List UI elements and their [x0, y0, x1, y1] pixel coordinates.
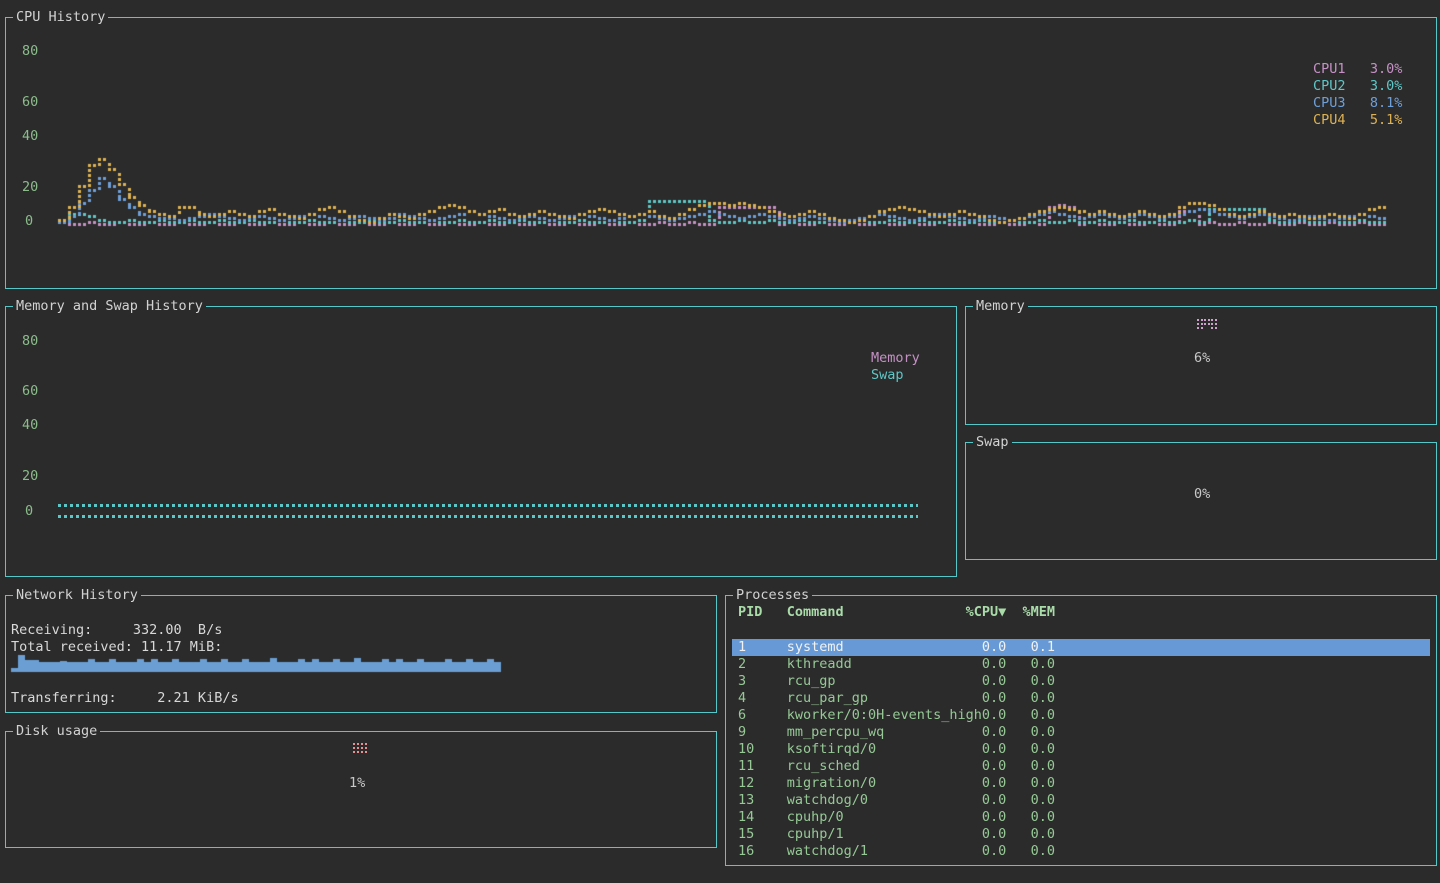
processes-title: Processes — [733, 587, 812, 604]
sparkline-dot — [1201, 327, 1203, 329]
memory-percent: 6% — [1194, 350, 1210, 367]
sparkline-dot — [1211, 319, 1213, 321]
memory-gauge-panel: Memory 6% — [965, 306, 1437, 425]
memory-usage-line — [58, 504, 918, 507]
sparkline-dot — [1197, 319, 1199, 321]
sparkline-dot — [357, 747, 359, 749]
sparkline-dot — [1211, 323, 1213, 325]
y-tick-40: 40 — [22, 128, 38, 145]
sparkline-dot — [1204, 319, 1206, 321]
process-row-11[interactable]: 11 rcu_sched 0.0 0.0 — [732, 758, 1430, 775]
process-row-4[interactable]: 4 rcu_par_gp 0.0 0.0 — [732, 690, 1430, 707]
y-tick-60: 60 — [22, 94, 38, 111]
legend-cpu3: CPU3 8.1% — [1313, 95, 1402, 112]
process-row-14[interactable]: 14 cpuhp/0 0.0 0.0 — [732, 809, 1430, 826]
y-tick-20: 20 — [22, 468, 38, 485]
legend-memory: Memory — [871, 350, 920, 367]
process-row-1[interactable]: 1 systemd 0.0 0.1 — [732, 639, 1430, 656]
sparkline-dot — [353, 751, 355, 753]
y-tick-40: 40 — [22, 417, 38, 434]
legend-cpu4: CPU4 5.1% — [1313, 112, 1402, 129]
process-row-9[interactable]: 9 mm_percpu_wq 0.0 0.0 — [732, 724, 1430, 741]
sparkline-dot — [1204, 323, 1206, 325]
sparkline-dot — [1197, 327, 1199, 329]
y-tick-80: 80 — [22, 43, 38, 60]
sparkline-dot — [1201, 319, 1203, 321]
sparkline-dot — [1201, 323, 1203, 325]
y-tick-60: 60 — [22, 383, 38, 400]
memory-gauge-title: Memory — [973, 298, 1028, 315]
sparkline-dot — [357, 743, 359, 745]
process-row-13[interactable]: 13 watchdog/0 0.0 0.0 — [732, 792, 1430, 809]
legend-cpu2: CPU2 3.0% — [1313, 78, 1402, 95]
terminal-system-monitor: { "colors": { "background": "#2b2b2b", "… — [0, 0, 1440, 883]
sparkline-dot — [1208, 319, 1210, 321]
sparkline-dot — [1197, 323, 1199, 325]
sparkline-dot — [361, 751, 363, 753]
sparkline-dot — [365, 743, 367, 745]
disk-percent: 1% — [349, 775, 365, 792]
process-row-12[interactable]: 12 migration/0 0.0 0.0 — [732, 775, 1430, 792]
disk-usage-panel: Disk usage 1% — [5, 731, 717, 848]
sparkline-dot — [353, 747, 355, 749]
y-tick-80: 80 — [22, 333, 38, 350]
processes-panel: Processes PID Command %CPU▼ %MEM 1 syste… — [725, 595, 1437, 866]
y-tick-20: 20 — [22, 179, 38, 196]
memory-swap-history-panel: Memory and Swap History 806040200 Memory… — [5, 306, 957, 577]
sparkline-dot — [1215, 323, 1217, 325]
sparkline-dot — [1215, 319, 1217, 321]
sparkline-dot — [365, 747, 367, 749]
cpu-history-chart — [6, 18, 1436, 288]
legend-cpu1: CPU1 3.0% — [1313, 61, 1402, 78]
swap-gauge-title: Swap — [973, 434, 1012, 451]
sparkline-dot — [1215, 327, 1217, 329]
y-tick-0: 0 — [25, 503, 33, 520]
sparkline-dot — [365, 751, 367, 753]
cpu-history-panel: CPU History 806040200 CPU1 3.0%CPU2 3.0%… — [5, 17, 1437, 289]
process-row-3[interactable]: 3 rcu_gp 0.0 0.0 — [732, 673, 1430, 690]
network-history-panel: Network History Receiving: 332.00 B/s To… — [5, 595, 717, 713]
disk-usage-title: Disk usage — [13, 723, 100, 740]
process-row-16[interactable]: 16 watchdog/1 0.0 0.0 — [732, 843, 1430, 860]
sparkline-dot — [353, 743, 355, 745]
process-row-10[interactable]: 10 ksoftirqd/0 0.0 0.0 — [732, 741, 1430, 758]
swap-percent: 0% — [1194, 486, 1210, 503]
sparkline-dot — [1208, 323, 1210, 325]
sparkline-dot — [357, 751, 359, 753]
sparkline-dot — [361, 743, 363, 745]
transferring-rate-text: Transferring: 2.21 KiB/s — [11, 690, 239, 707]
legend-swap: Swap — [871, 367, 904, 384]
memory-swap-history-title: Memory and Swap History — [13, 298, 206, 315]
sparkline-dot — [361, 747, 363, 749]
swap-usage-line — [58, 515, 918, 518]
process-table-header[interactable]: PID Command %CPU▼ %MEM — [738, 604, 1055, 621]
process-row-15[interactable]: 15 cpuhp/1 0.0 0.0 — [732, 826, 1430, 843]
swap-gauge-panel: Swap 0% — [965, 442, 1437, 560]
process-row-6[interactable]: 6 kworker/0:0H-events_high0.0 0.0 — [732, 707, 1430, 724]
y-tick-0: 0 — [25, 213, 33, 230]
sparkline-dot — [1211, 327, 1213, 329]
process-row-2[interactable]: 2 kthreadd 0.0 0.0 — [732, 656, 1430, 673]
